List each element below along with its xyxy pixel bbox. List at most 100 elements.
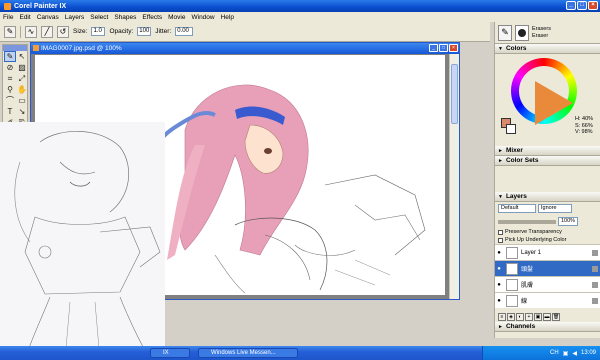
doc-maximize-button[interactable]: □ bbox=[439, 44, 448, 52]
size-label: Size: bbox=[73, 28, 88, 35]
app-title: Corel Painter IX bbox=[14, 2, 67, 10]
canvas-vertical-scrollbar[interactable] bbox=[449, 54, 459, 299]
right-panels: ✎ Erasers Eraser ▼ Colors H: 40% S: 66% … bbox=[494, 22, 600, 338]
delete-layer-icon[interactable]: 🗑 bbox=[552, 313, 560, 321]
transform-icon[interactable]: ⤢ bbox=[16, 73, 28, 84]
preserve-transparency-checkbox[interactable] bbox=[498, 229, 503, 235]
expand-arrow-icon: ► bbox=[498, 147, 503, 154]
brush-variant-icon[interactable] bbox=[515, 24, 529, 41]
straight-line-icon[interactable]: ╱ bbox=[41, 25, 53, 38]
opacity-field[interactable]: 100 bbox=[137, 27, 152, 36]
rectangle-icon[interactable]: ▭ bbox=[16, 95, 28, 106]
dynamic-plugins-icon[interactable]: ◈ bbox=[507, 313, 515, 321]
menu-movie[interactable]: Movie bbox=[168, 14, 185, 21]
layer-row[interactable]: ● 肌膚 bbox=[495, 276, 600, 292]
mixer-panel-header[interactable]: ► Mixer bbox=[495, 146, 600, 156]
clock[interactable]: 13:09 bbox=[581, 350, 596, 356]
expand-arrow-icon: ► bbox=[498, 323, 503, 330]
maximize-button[interactable]: □ bbox=[577, 1, 587, 10]
dropper-icon[interactable]: ⊘ bbox=[4, 62, 16, 73]
layer-thumbnail bbox=[506, 294, 518, 307]
channels-panel-header[interactable]: ► Channels bbox=[495, 322, 600, 332]
close-button[interactable]: × bbox=[588, 1, 598, 10]
reset-tool-icon[interactable]: ↺ bbox=[57, 25, 69, 38]
layer-lock-icon[interactable] bbox=[592, 281, 598, 288]
freehand-stroke-icon[interactable]: ∿ bbox=[25, 25, 37, 38]
pick-up-color-option[interactable]: Pick Up Underlying Color bbox=[495, 236, 600, 244]
opacity-label: Opacity: bbox=[109, 28, 134, 35]
menu-effects[interactable]: Effects bbox=[142, 14, 162, 21]
document-title: IMAG0007.jpg.psd @ 100% bbox=[41, 45, 122, 52]
doc-minimize-button[interactable]: _ bbox=[429, 44, 438, 52]
shape-selection-icon[interactable]: ↘ bbox=[16, 106, 28, 117]
text-icon[interactable]: T bbox=[4, 106, 16, 117]
volume-icon[interactable]: ◀ bbox=[572, 350, 577, 357]
ime-indicator[interactable]: CH bbox=[550, 350, 559, 356]
taskbar: IX Windows Live Messen... CH ▣ ◀ 13:09 bbox=[0, 346, 600, 360]
window-controls: _ □ × bbox=[566, 1, 598, 10]
jitter-field[interactable]: 0.00 bbox=[175, 27, 194, 36]
color-sets-panel-title: Color Sets bbox=[505, 157, 539, 164]
doc-close-button[interactable]: × bbox=[449, 44, 458, 52]
color-sets-panel-header[interactable]: ► Color Sets bbox=[495, 156, 600, 166]
menu-canvas[interactable]: Canvas bbox=[37, 14, 59, 21]
layer-name: 肌膚 bbox=[521, 283, 534, 289]
layer-mask-icon[interactable]: ◐ bbox=[516, 313, 524, 321]
pen-icon[interactable]: ⌒ bbox=[4, 95, 16, 106]
property-bar: ✎ ∿ ╱ ↺ Size: 1.0 Opacity: 100 Jitter: 0… bbox=[0, 22, 490, 42]
preserve-transparency-option[interactable]: Preserve Transparency bbox=[495, 228, 600, 236]
lock-icon[interactable]: ▬ bbox=[543, 313, 551, 321]
layer-lock-icon[interactable] bbox=[592, 249, 598, 256]
scrollbar-thumb[interactable] bbox=[451, 64, 458, 124]
menu-file[interactable]: File bbox=[3, 14, 13, 21]
brush-icon[interactable]: ✎ bbox=[4, 51, 16, 62]
layer-opacity-field[interactable]: 100% bbox=[558, 217, 578, 226]
channels-panel-title: Channels bbox=[505, 323, 536, 330]
menu-shapes[interactable]: Shapes bbox=[114, 14, 136, 21]
collapse-arrow-icon: ▼ bbox=[498, 193, 503, 200]
layer-lock-icon[interactable] bbox=[592, 297, 598, 304]
eye-icon[interactable]: ● bbox=[495, 298, 503, 304]
eye-icon[interactable]: ● bbox=[495, 282, 503, 288]
paint-bucket-icon[interactable]: ▨ bbox=[16, 62, 28, 73]
layer-thumbnail bbox=[506, 262, 518, 275]
composite-depth-select[interactable]: Ignore bbox=[538, 204, 572, 213]
menu-select[interactable]: Select bbox=[90, 14, 108, 21]
color-triangle[interactable] bbox=[535, 81, 573, 125]
crop-icon[interactable]: ⌗ bbox=[4, 73, 16, 84]
opacity-slider[interactable] bbox=[498, 219, 556, 224]
eye-icon[interactable]: ● bbox=[495, 266, 503, 272]
layer-options-icon[interactable]: ≡ bbox=[498, 313, 506, 321]
magnifier-icon[interactable]: ⚲ bbox=[4, 84, 16, 95]
group-layers-icon[interactable]: ▣ bbox=[534, 313, 542, 321]
eye-icon[interactable]: ● bbox=[495, 250, 503, 256]
menu-help[interactable]: Help bbox=[221, 14, 234, 21]
brush-variant[interactable]: Eraser bbox=[532, 33, 551, 40]
taskbar-item-messenger[interactable]: Windows Live Messen... bbox=[198, 348, 298, 358]
grabber-icon[interactable]: ✋ bbox=[16, 84, 28, 95]
menu-window[interactable]: Window bbox=[191, 14, 214, 21]
colors-panel-header[interactable]: ▼ Colors bbox=[495, 44, 600, 54]
composite-method-select[interactable]: Default bbox=[498, 204, 536, 213]
taskbar-item-painter[interactable]: IX bbox=[150, 348, 190, 358]
layer-adjuster-icon[interactable]: ↖ bbox=[16, 51, 28, 62]
minimize-button[interactable]: _ bbox=[566, 1, 576, 10]
layers-panel-header[interactable]: ▼ Layers bbox=[495, 192, 600, 202]
layer-row[interactable]: ● Layer 1 bbox=[495, 244, 600, 260]
pick-up-color-checkbox[interactable] bbox=[498, 237, 503, 243]
menu-edit[interactable]: Edit bbox=[19, 14, 30, 21]
new-layer-icon[interactable]: + bbox=[525, 313, 533, 321]
size-field[interactable]: 1.0 bbox=[91, 27, 106, 36]
layer-lock-icon[interactable] bbox=[592, 265, 598, 272]
brush-tool-icon[interactable]: ✎ bbox=[4, 25, 16, 38]
secondary-color-swatch[interactable] bbox=[506, 124, 516, 134]
menu-layers[interactable]: Layers bbox=[65, 14, 85, 21]
value-value: V: 98% bbox=[575, 129, 593, 135]
brush-category[interactable]: Erasers bbox=[532, 26, 551, 33]
preserve-transparency-label: Preserve Transparency bbox=[505, 229, 562, 235]
brush-category-icon[interactable]: ✎ bbox=[498, 24, 512, 41]
network-icon[interactable]: ▣ bbox=[563, 350, 569, 357]
layer-row[interactable]: ● 線 bbox=[495, 292, 600, 308]
expand-arrow-icon: ► bbox=[498, 157, 503, 164]
layer-row-selected[interactable]: ● 頭髮 bbox=[495, 260, 600, 276]
